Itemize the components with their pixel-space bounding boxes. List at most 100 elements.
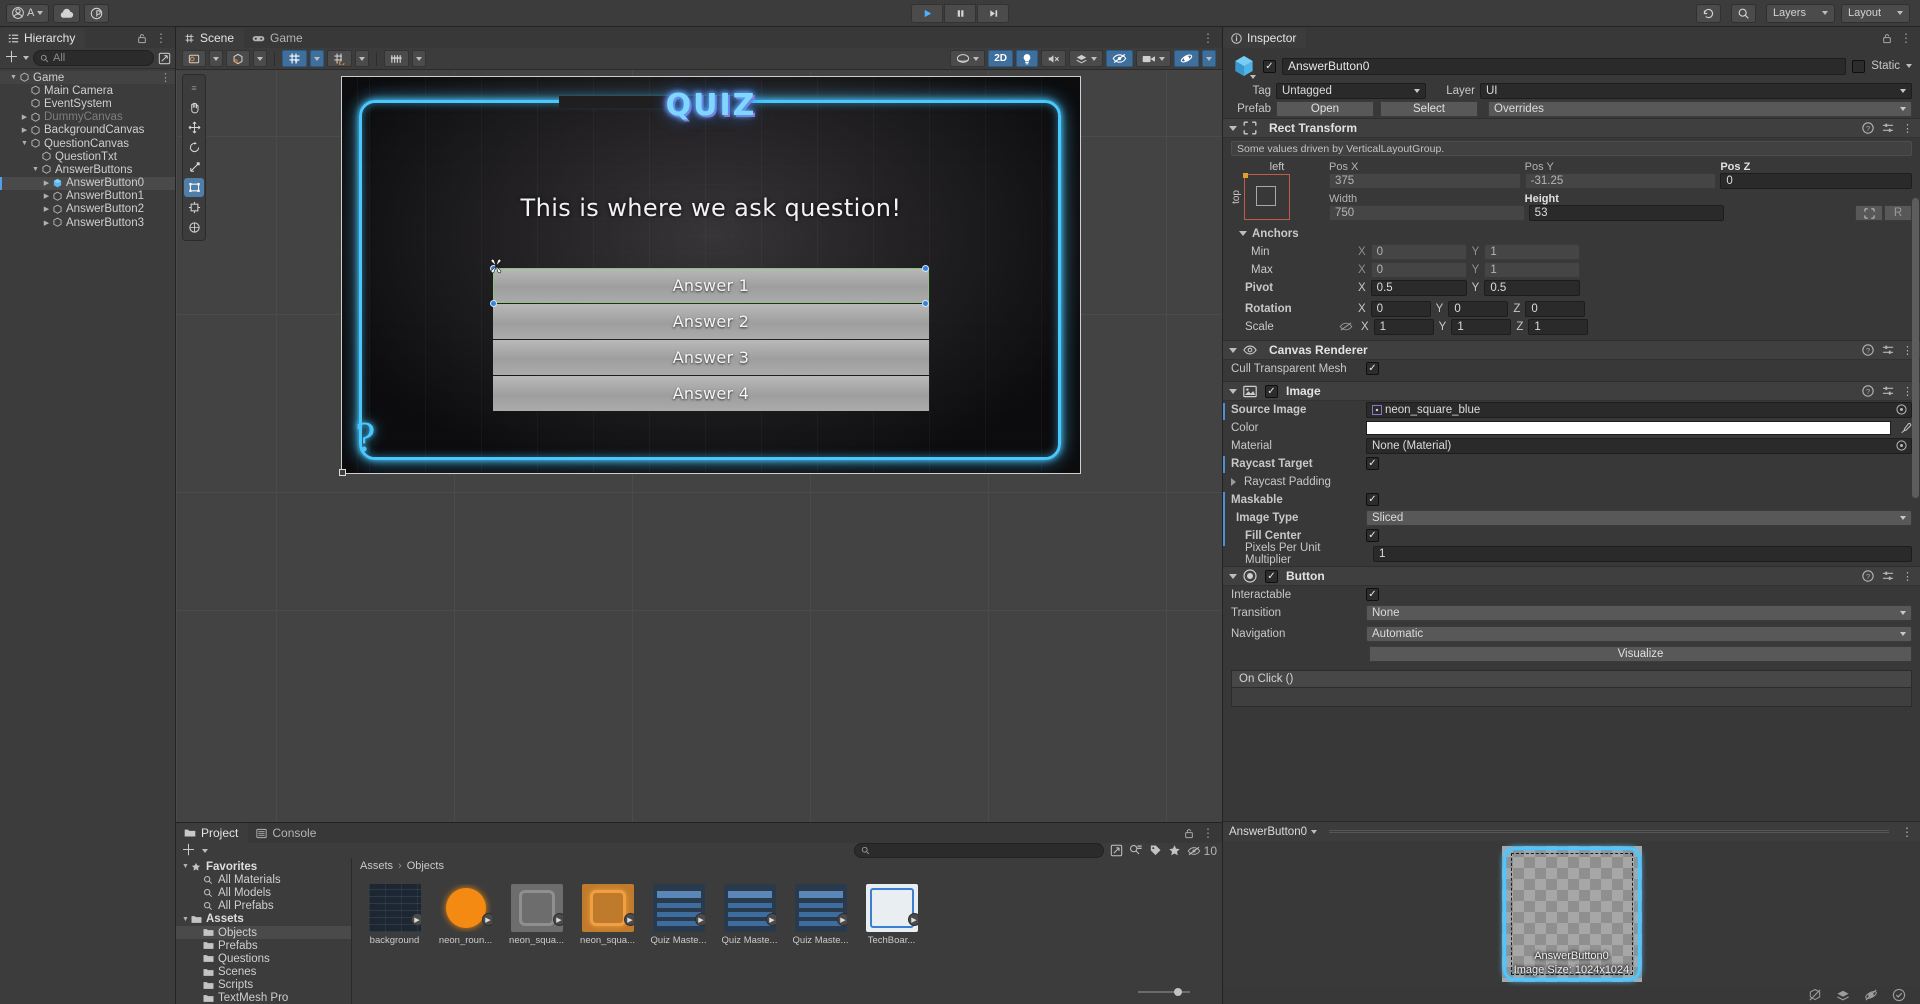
tab-hierarchy[interactable]: Hierarchy bbox=[0, 28, 86, 48]
asset-thumbnail[interactable]: ▶ bbox=[865, 884, 918, 932]
collab-button[interactable] bbox=[84, 3, 110, 23]
asset-expand-icon[interactable]: ▶ bbox=[765, 913, 776, 926]
visualize-button[interactable]: Visualize bbox=[1369, 645, 1912, 662]
rotate-tool-icon[interactable] bbox=[184, 138, 204, 157]
lock-icon[interactable] bbox=[137, 33, 147, 44]
chevron-down-icon[interactable] bbox=[202, 848, 209, 853]
thumbnail-size-slider[interactable] bbox=[1138, 988, 1190, 997]
twisty-icon[interactable]: ▶ bbox=[41, 192, 52, 200]
lock-icon[interactable] bbox=[1184, 828, 1194, 839]
hierarchy-item-questiontxt[interactable]: QuestionTxt bbox=[0, 150, 175, 163]
pos-x-field[interactable]: 375 bbox=[1329, 173, 1521, 189]
raycast-target-checkbox[interactable]: ✓ bbox=[1366, 457, 1379, 470]
help-icon[interactable]: ? bbox=[1862, 122, 1874, 134]
create-asset-button[interactable]: ＋ bbox=[181, 843, 196, 858]
fill-center-checkbox[interactable]: ✓ bbox=[1366, 529, 1379, 542]
grid-visibility-button[interactable]: Y bbox=[282, 50, 307, 67]
button-enabled-checkbox[interactable]: ✓ bbox=[1265, 569, 1278, 583]
project-tree-item-questions[interactable]: Questions bbox=[176, 952, 351, 965]
hierarchy-item-answerbuttons[interactable]: ▼ AnswerButtons bbox=[0, 163, 175, 176]
tab-game[interactable]: Game bbox=[244, 28, 313, 48]
game-canvas-preview[interactable]: QUIZ This is where we ask question! Answ… bbox=[341, 76, 1081, 474]
twisty-icon[interactable]: ▼ bbox=[30, 166, 41, 173]
hierarchy-sort-icon[interactable] bbox=[158, 52, 171, 65]
twisty-icon[interactable]: ▶ bbox=[19, 113, 30, 121]
anchor-max-y-field[interactable]: 1 bbox=[1484, 261, 1581, 278]
raw-edit-button[interactable]: R bbox=[1884, 205, 1913, 221]
gizmo-mode-button[interactable] bbox=[226, 50, 250, 67]
project-tree-item-scenes[interactable]: Scenes bbox=[176, 966, 351, 979]
pixels-per-unit-field[interactable]: 1 bbox=[1373, 545, 1912, 562]
collapse-arrow-icon[interactable] bbox=[1229, 347, 1237, 353]
move-tool-icon[interactable] bbox=[184, 118, 204, 137]
pos-y-field[interactable]: -31.25 bbox=[1524, 173, 1717, 189]
asset-expand-icon[interactable]: ▶ bbox=[694, 913, 705, 926]
tools-drag-handle[interactable]: ≡ bbox=[184, 78, 204, 97]
transform-tool-icon[interactable] bbox=[184, 198, 204, 217]
asset-item[interactable]: ▶ Quiz Maste... bbox=[650, 884, 707, 997]
scene-audio-button[interactable] bbox=[1041, 50, 1066, 67]
blueprint-mode-button[interactable] bbox=[1855, 205, 1884, 221]
hierarchy-item-game[interactable]: ▼ Game ⋮ bbox=[0, 71, 175, 85]
help-icon[interactable]: ? bbox=[1862, 570, 1874, 582]
kebab-menu-icon[interactable]: ⋮ bbox=[160, 71, 171, 84]
hierarchy-tree[interactable]: ▼ Game ⋮ Main Camera EventSystem ▶ DummyCanvas… bbox=[0, 69, 175, 1004]
collapse-arrow-icon[interactable] bbox=[1229, 125, 1237, 131]
project-tree-item-all-materials[interactable]: All Materials bbox=[176, 873, 351, 886]
eyedropper-icon[interactable] bbox=[1900, 422, 1912, 434]
tab-console[interactable]: Console bbox=[248, 823, 326, 843]
component-tools-dropdown[interactable] bbox=[412, 50, 426, 67]
gizmos-dropdown[interactable] bbox=[1202, 50, 1216, 67]
kebab-menu-icon[interactable]: ⋮ bbox=[155, 31, 168, 45]
preset-icon[interactable] bbox=[1882, 570, 1894, 582]
scale-z-field[interactable]: 1 bbox=[1528, 318, 1589, 335]
color-swatch-field[interactable] bbox=[1366, 420, 1891, 435]
anchors-foldout[interactable]: Anchors bbox=[1223, 225, 1920, 242]
answer-button-3[interactable]: Answer 4 bbox=[493, 376, 929, 411]
filter-label-icon[interactable] bbox=[1149, 844, 1162, 857]
gameobject-name-field[interactable]: AnswerButton0 bbox=[1282, 57, 1847, 75]
maskable-checkbox[interactable]: ✓ bbox=[1366, 493, 1379, 506]
account-button[interactable]: A bbox=[6, 3, 50, 23]
scene-visibility-button[interactable] bbox=[1106, 50, 1133, 67]
hierarchy-item-answerbutton3[interactable]: ▶ AnswerButton3 bbox=[0, 216, 175, 229]
asset-item[interactable]: ▶ neon_roun... bbox=[437, 884, 494, 997]
twisty-icon[interactable]: ▶ bbox=[41, 179, 52, 187]
material-field[interactable]: None (Material) bbox=[1366, 437, 1912, 454]
asset-expand-icon[interactable]: ▶ bbox=[481, 913, 492, 926]
image-enabled-checkbox[interactable]: ✓ bbox=[1265, 384, 1278, 398]
prefab-overrides-dropdown[interactable]: Overrides bbox=[1488, 100, 1912, 117]
button-component-header[interactable]: ✓ Button ? ⋮ bbox=[1223, 566, 1920, 586]
gizmo-mode-dropdown[interactable] bbox=[253, 50, 267, 67]
hierarchy-item-questioncanvas[interactable]: ▼ QuestionCanvas bbox=[0, 137, 175, 150]
project-tree-item-all-prefabs[interactable]: All Prefabs bbox=[176, 900, 351, 913]
chevron-down-icon[interactable] bbox=[1250, 75, 1256, 79]
step-button[interactable] bbox=[977, 3, 1009, 23]
inspector-content[interactable]: ✓ AnswerButton0 Static Tag Untagged Laye… bbox=[1223, 48, 1920, 821]
tab-scene[interactable]: Scene bbox=[176, 28, 245, 48]
twisty-icon[interactable]: ▼ bbox=[180, 863, 191, 870]
tab-inspector[interactable]: Inspector bbox=[1223, 28, 1307, 48]
scene-camera-button[interactable] bbox=[1136, 50, 1171, 67]
scene-fx-button[interactable] bbox=[1069, 50, 1103, 67]
asset-thumbnail[interactable]: ▶ bbox=[652, 884, 705, 932]
favorite-star-icon[interactable] bbox=[1168, 844, 1181, 857]
prefab-select-button[interactable]: Select bbox=[1380, 100, 1478, 117]
collapse-arrow-icon[interactable] bbox=[1229, 388, 1237, 394]
search-save-icon[interactable] bbox=[1110, 844, 1123, 857]
toggle-2d-button[interactable]: 2D bbox=[988, 50, 1013, 67]
constrain-proportions-icon[interactable] bbox=[1339, 321, 1356, 332]
search-button[interactable] bbox=[1730, 3, 1756, 23]
asset-thumbnail[interactable]: ▶ bbox=[794, 884, 847, 932]
collapse-arrow-icon[interactable] bbox=[1239, 231, 1247, 236]
filter-type-icon[interactable] bbox=[1129, 844, 1143, 857]
preset-icon[interactable] bbox=[1882, 344, 1894, 356]
add-gameobject-button[interactable]: ＋ bbox=[4, 50, 19, 65]
project-tree-item-prefabs[interactable]: Prefabs bbox=[176, 939, 351, 952]
object-picker-icon[interactable] bbox=[1896, 440, 1907, 451]
help-icon[interactable]: ? bbox=[1862, 344, 1874, 356]
asset-expand-icon[interactable]: ▶ bbox=[907, 913, 918, 926]
pos-z-field[interactable]: 0 bbox=[1720, 173, 1913, 189]
project-folder-tree[interactable]: ▼ Favorites All Materials All Models All Pre… bbox=[176, 858, 352, 1004]
twisty-icon[interactable]: ▶ bbox=[41, 219, 52, 227]
